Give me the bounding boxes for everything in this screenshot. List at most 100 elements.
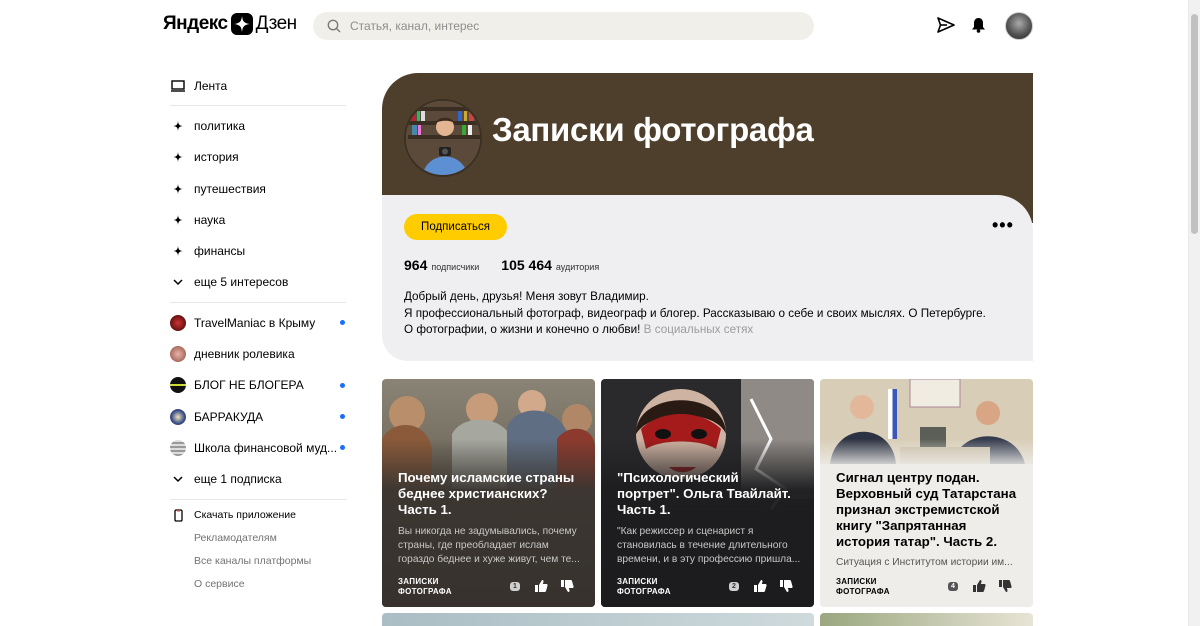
subscribers-count: 964 — [404, 257, 428, 273]
unread-dot — [340, 414, 345, 420]
article-card[interactable]: Сигнал центру подан. Верховный суд Татар… — [820, 379, 1033, 607]
channel-header: Записки фотографа Подписаться ••• 964 по… — [382, 73, 1033, 361]
sidebar-interest[interactable]: наука — [170, 204, 348, 235]
sidebar-interest[interactable]: путешествия — [170, 173, 348, 204]
like-icon[interactable] — [753, 579, 767, 593]
sparkle-icon — [170, 183, 186, 194]
all-channels-link[interactable]: Все каналы платформы — [170, 550, 348, 573]
article-snippet: Ситуация с Институтом истории им... — [836, 557, 1013, 568]
divider — [170, 498, 346, 500]
dislike-icon[interactable] — [998, 579, 1012, 593]
sparkle-icon — [170, 214, 186, 225]
audience-label: аудитория — [555, 262, 600, 272]
article-source[interactable]: ЗАПИСКИ ФОТОГРАФА — [617, 577, 671, 597]
phone-icon — [170, 509, 186, 522]
footer-link-label: Скачать приложение — [194, 509, 297, 522]
bell-icon[interactable] — [968, 15, 988, 35]
article-source[interactable]: ЗАПИСКИ ФОТОГРАФА — [398, 577, 452, 597]
user-avatar[interactable] — [1005, 12, 1033, 40]
sidebar-interest[interactable]: финансы — [170, 235, 348, 266]
article-title: Почему исламские страны беднее христианс… — [398, 470, 575, 517]
like-icon[interactable] — [534, 579, 548, 593]
channel-stats: 964 подписчики 105 464 аудитория — [404, 257, 621, 273]
sidebar-subscription[interactable]: БАРРАКУДА — [170, 401, 348, 432]
sidebar-more-interests[interactable]: еще 5 интересов — [170, 267, 348, 298]
subscribe-button[interactable]: Подписаться — [404, 214, 507, 240]
sidebar-item-label: финансы — [194, 244, 246, 259]
page-scrollbar[interactable] — [1188, 0, 1200, 626]
channel-avatar — [170, 346, 186, 363]
sidebar-item-feed[interactable]: Лента — [170, 70, 348, 101]
sidebar-item-label: еще 1 подписка — [194, 472, 282, 487]
search-input[interactable] — [350, 19, 780, 33]
about-link[interactable]: О сервисе — [170, 573, 348, 596]
channel-avatar[interactable] — [404, 99, 482, 177]
article-title: "Психологический портрет". Ольга Твайлай… — [617, 470, 791, 517]
zen-star-icon — [230, 13, 253, 35]
send-icon[interactable] — [936, 15, 956, 35]
source-line: ФОТОГРАФА — [836, 587, 890, 596]
sidebar-item-label: Школа финансовой муд... — [194, 440, 338, 455]
footer-link-label: Рекламодателям — [194, 532, 277, 545]
more-options-icon[interactable]: ••• — [992, 216, 1014, 234]
dislike-icon[interactable] — [560, 579, 574, 593]
source-line: ЗАПИСКИ — [617, 577, 658, 586]
bio-line: Я профессиональный фотограф, видеограф и… — [404, 306, 986, 320]
source-line: ФОТОГРАФА — [398, 587, 452, 596]
bio-line: Добрый день, друзья! Меня зовут Владимир… — [404, 290, 649, 303]
channel-avatar — [170, 408, 186, 425]
sidebar-interest[interactable]: история — [170, 142, 348, 173]
article-source[interactable]: ЗАПИСКИ ФОТОГРАФА — [836, 577, 890, 597]
sidebar-interest[interactable]: политика — [170, 110, 348, 141]
card-actions: 4 — [948, 579, 1024, 593]
dislike-icon[interactable] — [779, 579, 793, 593]
unread-dot — [340, 382, 345, 388]
unread-dot — [340, 445, 345, 451]
sidebar: Лента политика история путешествия наука… — [170, 70, 348, 596]
search-bar[interactable] — [313, 12, 814, 40]
bio-line: О фотографии, о жизни и конечно о любви! — [404, 323, 641, 336]
monitor-icon — [170, 79, 186, 92]
sidebar-more-subs[interactable]: еще 1 подписка — [170, 464, 348, 495]
article-snippet: "Как режиссер и сценарист я становилась … — [617, 526, 801, 565]
sidebar-item-label: еще 5 интересов — [194, 275, 289, 290]
comments-badge[interactable]: 4 — [948, 581, 958, 591]
scrollbar-thumb[interactable] — [1191, 14, 1198, 234]
logo-text-right: Дзен — [255, 13, 298, 34]
channel-description: Добрый день, друзья! Меня зовут Владимир… — [404, 289, 1004, 339]
like-icon[interactable] — [972, 579, 986, 593]
comments-badge[interactable]: 1 — [510, 581, 520, 591]
chevron-down-icon — [170, 279, 186, 286]
chevron-down-icon — [170, 476, 186, 483]
sidebar-subscription[interactable]: TravelManiac в Крыму — [170, 307, 348, 338]
sidebar-subscription[interactable]: дневник ролевика — [170, 338, 348, 369]
advertisers-link[interactable]: Рекламодателям — [170, 527, 348, 550]
download-app-link[interactable]: Скачать приложение — [170, 504, 348, 527]
yandex-zen-logo[interactable]: Яндекс Дзен — [163, 13, 297, 35]
social-link[interactable]: В социальных сетях — [644, 323, 754, 336]
sidebar-item-label: путешествия — [194, 181, 266, 196]
channel-avatar — [170, 377, 186, 394]
article-card-peek[interactable] — [820, 613, 1033, 626]
article-card[interactable]: Почему исламские страны беднее христианс… — [382, 379, 595, 607]
unread-dot — [340, 320, 345, 326]
logo-text-left: Яндекс — [163, 13, 228, 34]
channel-title: Записки фотографа — [492, 111, 814, 148]
article-card-peek[interactable] — [382, 613, 814, 626]
card-actions: 2 — [729, 579, 805, 593]
sparkle-icon — [170, 120, 186, 131]
search-icon — [327, 19, 341, 33]
sidebar-item-label: БЛОГ НЕ БЛОГЕРА — [194, 378, 304, 393]
sidebar-subscription[interactable]: Школа финансовой муд... — [170, 432, 348, 463]
comments-badge[interactable]: 2 — [729, 581, 739, 591]
article-title: Сигнал центру подан. Верховный суд Татар… — [836, 470, 1017, 549]
source-line: ФОТОГРАФА — [617, 587, 671, 596]
article-card[interactable]: "Психологический портрет". Ольга Твайлай… — [601, 379, 814, 607]
sidebar-item-label: наука — [194, 212, 226, 227]
sidebar-subscription[interactable]: БЛОГ НЕ БЛОГЕРА — [170, 370, 348, 401]
sidebar-item-label: TravelManiac в Крыму — [194, 315, 316, 330]
article-snippet: Вы никогда не задумывались, почему стран… — [398, 526, 580, 565]
sidebar-item-label: дневник ролевика — [194, 347, 295, 362]
card-actions: 1 — [510, 579, 586, 593]
sidebar-item-label: БАРРАКУДА — [194, 409, 264, 424]
